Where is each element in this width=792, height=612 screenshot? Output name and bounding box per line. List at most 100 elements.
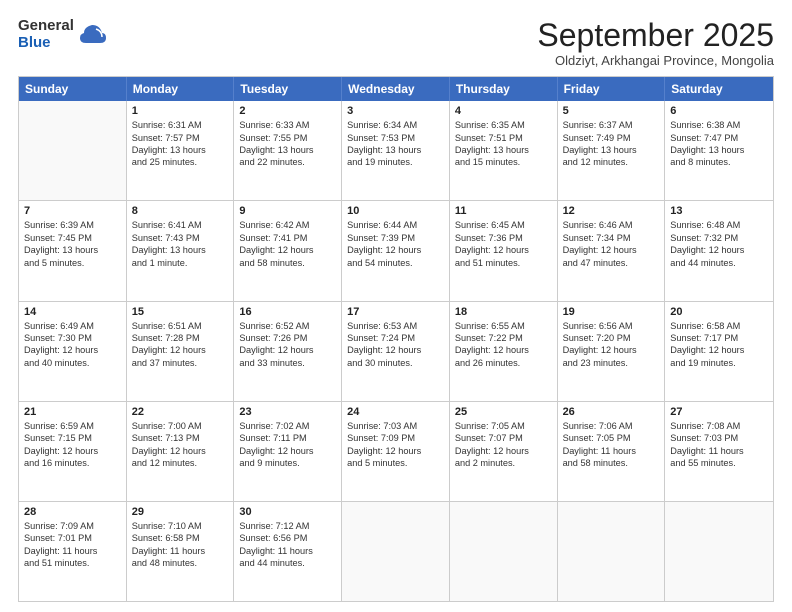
day-number: 18: [455, 306, 552, 318]
cell-line: Daylight: 13 hours: [455, 144, 552, 156]
cell-line: Daylight: 13 hours: [239, 144, 336, 156]
calendar-cell-17: 17Sunrise: 6:53 AMSunset: 7:24 PMDayligh…: [342, 302, 450, 401]
title-block: September 2025 Oldziyt, Arkhangai Provin…: [537, 18, 774, 68]
logo-icon: [78, 21, 106, 49]
calendar-cell-empty-4-3: [342, 502, 450, 601]
cell-line: Sunrise: 6:59 AM: [24, 420, 121, 432]
calendar-cell-27: 27Sunrise: 7:08 AMSunset: 7:03 PMDayligh…: [665, 402, 773, 501]
cell-line: Daylight: 12 hours: [347, 244, 444, 256]
day-number: 14: [24, 306, 121, 318]
cell-line: Sunrise: 6:46 AM: [563, 219, 660, 231]
cell-line: Daylight: 12 hours: [563, 344, 660, 356]
cell-line: Sunrise: 6:52 AM: [239, 320, 336, 332]
cell-line: Sunset: 7:43 PM: [132, 232, 229, 244]
calendar-cell-12: 12Sunrise: 6:46 AMSunset: 7:34 PMDayligh…: [558, 201, 666, 300]
page: General Blue September 2025 Oldziyt, Ark…: [0, 0, 792, 612]
cell-line: Daylight: 13 hours: [670, 144, 768, 156]
cell-line: Sunrise: 6:48 AM: [670, 219, 768, 231]
calendar-cell-empty-4-6: [665, 502, 773, 601]
cell-line: and 25 minutes.: [132, 156, 229, 168]
cell-line: and 51 minutes.: [455, 257, 552, 269]
cell-line: Daylight: 13 hours: [563, 144, 660, 156]
cell-line: Sunrise: 6:38 AM: [670, 119, 768, 131]
cell-line: Sunrise: 6:53 AM: [347, 320, 444, 332]
calendar: SundayMondayTuesdayWednesdayThursdayFrid…: [18, 76, 774, 602]
cell-line: Sunrise: 7:08 AM: [670, 420, 768, 432]
calendar-cell-3: 3Sunrise: 6:34 AMSunset: 7:53 PMDaylight…: [342, 101, 450, 200]
cell-line: Sunrise: 6:45 AM: [455, 219, 552, 231]
cell-line: Sunrise: 7:05 AM: [455, 420, 552, 432]
calendar-header: SundayMondayTuesdayWednesdayThursdayFrid…: [19, 77, 773, 101]
logo-blue: Blue: [18, 35, 74, 52]
calendar-cell-9: 9Sunrise: 6:42 AMSunset: 7:41 PMDaylight…: [234, 201, 342, 300]
cell-line: Sunrise: 6:55 AM: [455, 320, 552, 332]
cell-line: Sunset: 7:47 PM: [670, 132, 768, 144]
cell-line: Sunrise: 7:00 AM: [132, 420, 229, 432]
cell-line: Daylight: 12 hours: [670, 344, 768, 356]
location-subtitle: Oldziyt, Arkhangai Province, Mongolia: [537, 53, 774, 68]
cell-line: Daylight: 11 hours: [670, 445, 768, 457]
cell-line: and 2 minutes.: [455, 457, 552, 469]
calendar-cell-1: 1Sunrise: 6:31 AMSunset: 7:57 PMDaylight…: [127, 101, 235, 200]
cell-line: Sunrise: 7:02 AM: [239, 420, 336, 432]
cell-line: Sunset: 7:20 PM: [563, 332, 660, 344]
cell-line: Daylight: 11 hours: [239, 545, 336, 557]
cell-line: and 12 minutes.: [132, 457, 229, 469]
cell-line: Sunset: 6:56 PM: [239, 532, 336, 544]
cell-line: and 37 minutes.: [132, 357, 229, 369]
day-number: 5: [563, 105, 660, 117]
day-number: 28: [24, 506, 121, 518]
cell-line: Sunrise: 6:42 AM: [239, 219, 336, 231]
cell-line: and 22 minutes.: [239, 156, 336, 168]
weekday-header-thursday: Thursday: [450, 77, 558, 101]
cell-line: Sunset: 7:39 PM: [347, 232, 444, 244]
month-title: September 2025: [537, 18, 774, 53]
cell-line: Sunset: 7:05 PM: [563, 432, 660, 444]
cell-line: Daylight: 12 hours: [347, 445, 444, 457]
calendar-cell-15: 15Sunrise: 6:51 AMSunset: 7:28 PMDayligh…: [127, 302, 235, 401]
cell-line: Daylight: 12 hours: [239, 344, 336, 356]
weekday-header-friday: Friday: [558, 77, 666, 101]
logo-general: General: [18, 18, 74, 35]
calendar-row-2: 14Sunrise: 6:49 AMSunset: 7:30 PMDayligh…: [19, 301, 773, 401]
calendar-cell-11: 11Sunrise: 6:45 AMSunset: 7:36 PMDayligh…: [450, 201, 558, 300]
calendar-row-3: 21Sunrise: 6:59 AMSunset: 7:15 PMDayligh…: [19, 401, 773, 501]
calendar-cell-14: 14Sunrise: 6:49 AMSunset: 7:30 PMDayligh…: [19, 302, 127, 401]
cell-line: Daylight: 11 hours: [24, 545, 121, 557]
cell-line: and 44 minutes.: [239, 557, 336, 569]
calendar-cell-empty-0-0: [19, 101, 127, 200]
cell-line: and 44 minutes.: [670, 257, 768, 269]
calendar-cell-22: 22Sunrise: 7:00 AMSunset: 7:13 PMDayligh…: [127, 402, 235, 501]
cell-line: Sunrise: 6:51 AM: [132, 320, 229, 332]
cell-line: Sunset: 7:49 PM: [563, 132, 660, 144]
cell-line: Daylight: 12 hours: [347, 344, 444, 356]
cell-line: and 12 minutes.: [563, 156, 660, 168]
cell-line: Daylight: 12 hours: [132, 445, 229, 457]
cell-line: Daylight: 12 hours: [455, 244, 552, 256]
day-number: 21: [24, 406, 121, 418]
calendar-cell-7: 7Sunrise: 6:39 AMSunset: 7:45 PMDaylight…: [19, 201, 127, 300]
cell-line: Sunrise: 6:56 AM: [563, 320, 660, 332]
day-number: 9: [239, 205, 336, 217]
cell-line: Sunrise: 6:41 AM: [132, 219, 229, 231]
cell-line: Sunrise: 6:31 AM: [132, 119, 229, 131]
cell-line: and 58 minutes.: [239, 257, 336, 269]
day-number: 15: [132, 306, 229, 318]
cell-line: and 9 minutes.: [239, 457, 336, 469]
cell-line: and 55 minutes.: [670, 457, 768, 469]
cell-line: Daylight: 12 hours: [239, 445, 336, 457]
cell-line: Sunset: 7:28 PM: [132, 332, 229, 344]
day-number: 22: [132, 406, 229, 418]
calendar-cell-19: 19Sunrise: 6:56 AMSunset: 7:20 PMDayligh…: [558, 302, 666, 401]
cell-line: Sunset: 7:11 PM: [239, 432, 336, 444]
cell-line: Sunrise: 6:44 AM: [347, 219, 444, 231]
day-number: 11: [455, 205, 552, 217]
calendar-cell-30: 30Sunrise: 7:12 AMSunset: 6:56 PMDayligh…: [234, 502, 342, 601]
calendar-cell-4: 4Sunrise: 6:35 AMSunset: 7:51 PMDaylight…: [450, 101, 558, 200]
header: General Blue September 2025 Oldziyt, Ark…: [18, 18, 774, 68]
cell-line: Sunrise: 6:37 AM: [563, 119, 660, 131]
cell-line: Sunrise: 6:39 AM: [24, 219, 121, 231]
calendar-cell-29: 29Sunrise: 7:10 AMSunset: 6:58 PMDayligh…: [127, 502, 235, 601]
cell-line: Sunrise: 6:35 AM: [455, 119, 552, 131]
calendar-cell-25: 25Sunrise: 7:05 AMSunset: 7:07 PMDayligh…: [450, 402, 558, 501]
